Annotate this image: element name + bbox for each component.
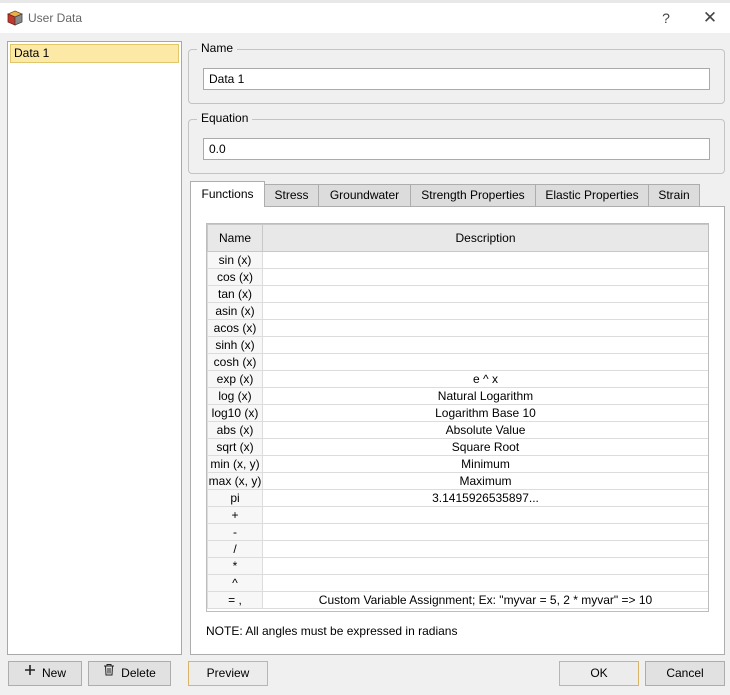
function-name-cell: = , bbox=[207, 591, 263, 609]
plus-icon bbox=[24, 661, 36, 684]
function-name-cell: tan (x) bbox=[207, 285, 263, 303]
function-name-cell: min (x, y) bbox=[207, 455, 263, 473]
ok-button[interactable]: OK bbox=[559, 661, 639, 686]
function-description-cell bbox=[262, 353, 708, 371]
function-description-cell bbox=[262, 285, 708, 303]
column-header-description[interactable]: Description bbox=[262, 224, 708, 252]
function-description-cell bbox=[262, 540, 708, 558]
function-name-cell: / bbox=[207, 540, 263, 558]
function-description-cell bbox=[262, 268, 708, 286]
functions-table[interactable]: Name Description sin (x) cos (x) tan (x) as… bbox=[206, 223, 709, 612]
table-row[interactable]: log (x) Natural Logarithm bbox=[207, 387, 708, 405]
table-row[interactable]: sqrt (x) Square Root bbox=[207, 438, 708, 456]
function-name-cell: pi bbox=[207, 489, 263, 507]
function-name-cell: abs (x) bbox=[207, 421, 263, 439]
function-description-cell: Minimum bbox=[262, 455, 708, 473]
equation-group-label: Equation bbox=[197, 111, 253, 125]
tab-groundwater[interactable]: Groundwater bbox=[318, 184, 411, 207]
tab-strength-properties[interactable]: Strength Properties bbox=[410, 184, 536, 207]
function-name-cell: asin (x) bbox=[207, 302, 263, 320]
function-description-cell bbox=[262, 336, 708, 354]
function-description-cell: Square Root bbox=[262, 438, 708, 456]
table-row[interactable]: cosh (x) bbox=[207, 353, 708, 371]
function-description-cell: Absolute Value bbox=[262, 421, 708, 439]
tab-strain[interactable]: Strain bbox=[648, 184, 700, 207]
table-row[interactable]: ^ bbox=[207, 574, 708, 592]
table-row[interactable]: cos (x) bbox=[207, 268, 708, 286]
function-name-cell: exp (x) bbox=[207, 370, 263, 388]
list-item-data-1[interactable]: Data 1 bbox=[10, 44, 179, 63]
name-input[interactable]: Data 1 bbox=[203, 68, 710, 90]
table-row[interactable]: = , Custom Variable Assignment; Ex: "myva… bbox=[207, 591, 708, 609]
function-name-cell: * bbox=[207, 557, 263, 575]
function-description-cell: Maximum bbox=[262, 472, 708, 490]
equation-group: Equation 0.0 bbox=[188, 111, 725, 174]
delete-button[interactable]: Delete bbox=[88, 661, 171, 686]
tab-stress[interactable]: Stress bbox=[264, 184, 319, 207]
table-row[interactable]: / bbox=[207, 540, 708, 558]
table-row[interactable]: - bbox=[207, 523, 708, 541]
function-name-cell: log (x) bbox=[207, 387, 263, 405]
table-row[interactable]: sin (x) bbox=[207, 251, 708, 269]
table-row[interactable]: sinh (x) bbox=[207, 336, 708, 354]
function-description-cell bbox=[262, 302, 708, 320]
window-title: User Data bbox=[28, 11, 83, 25]
cancel-button[interactable]: Cancel bbox=[645, 661, 725, 686]
radians-note: NOTE: All angles must be expressed in ra… bbox=[206, 624, 458, 638]
delete-button-label: Delete bbox=[121, 666, 156, 680]
table-row[interactable]: abs (x) Absolute Value bbox=[207, 421, 708, 439]
function-name-cell: sinh (x) bbox=[207, 336, 263, 354]
table-row[interactable]: exp (x) e ^ x bbox=[207, 370, 708, 388]
function-description-cell: Custom Variable Assignment; Ex: "myvar =… bbox=[262, 591, 708, 609]
function-name-cell: - bbox=[207, 523, 263, 541]
function-description-cell bbox=[262, 523, 708, 541]
function-name-cell: max (x, y) bbox=[207, 472, 263, 490]
function-description-cell bbox=[262, 506, 708, 524]
cube-icon bbox=[6, 10, 24, 26]
function-name-cell: sqrt (x) bbox=[207, 438, 263, 456]
function-name-cell: ^ bbox=[207, 574, 263, 592]
function-name-cell: cosh (x) bbox=[207, 353, 263, 371]
name-group: Name Data 1 bbox=[188, 41, 725, 104]
help-button[interactable]: ? bbox=[656, 8, 676, 28]
trash-icon bbox=[103, 661, 115, 684]
new-button[interactable]: New bbox=[8, 661, 82, 686]
table-row[interactable]: asin (x) bbox=[207, 302, 708, 320]
name-group-label: Name bbox=[197, 41, 238, 55]
table-row[interactable]: pi 3.1415926535897... bbox=[207, 489, 708, 507]
function-name-cell: sin (x) bbox=[207, 251, 263, 269]
function-name-cell: acos (x) bbox=[207, 319, 263, 337]
table-row[interactable]: max (x, y) Maximum bbox=[207, 472, 708, 490]
function-name-cell: log10 (x) bbox=[207, 404, 263, 422]
user-data-list[interactable]: Data 1 bbox=[7, 41, 182, 655]
tab-elastic-properties[interactable]: Elastic Properties bbox=[535, 184, 649, 207]
close-button[interactable]: ✕ bbox=[700, 8, 720, 28]
table-row[interactable]: * bbox=[207, 557, 708, 575]
function-description-cell bbox=[262, 319, 708, 337]
function-description-cell: 3.1415926535897... bbox=[262, 489, 708, 507]
functions-panel: Name Description sin (x) cos (x) tan (x) as… bbox=[190, 206, 725, 655]
equation-input[interactable]: 0.0 bbox=[203, 138, 710, 160]
function-name-cell: + bbox=[207, 506, 263, 524]
function-description-cell: Natural Logarithm bbox=[262, 387, 708, 405]
function-description-cell bbox=[262, 557, 708, 575]
column-header-name[interactable]: Name bbox=[207, 224, 263, 252]
table-row[interactable]: + bbox=[207, 506, 708, 524]
new-button-label: New bbox=[41, 666, 66, 680]
function-description-cell: Logarithm Base 10 bbox=[262, 404, 708, 422]
function-name-cell: cos (x) bbox=[207, 268, 263, 286]
function-description-cell bbox=[262, 251, 708, 269]
table-row[interactable]: acos (x) bbox=[207, 319, 708, 337]
preview-button[interactable]: Preview bbox=[188, 661, 268, 686]
table-row[interactable]: tan (x) bbox=[207, 285, 708, 303]
table-row[interactable]: log10 (x) Logarithm Base 10 bbox=[207, 404, 708, 422]
table-row[interactable]: min (x, y) Minimum bbox=[207, 455, 708, 473]
title-bar: User Data ? ✕ bbox=[0, 3, 730, 33]
function-description-cell bbox=[262, 574, 708, 592]
function-description-cell: e ^ x bbox=[262, 370, 708, 388]
tab-functions[interactable]: Functions bbox=[190, 181, 265, 207]
